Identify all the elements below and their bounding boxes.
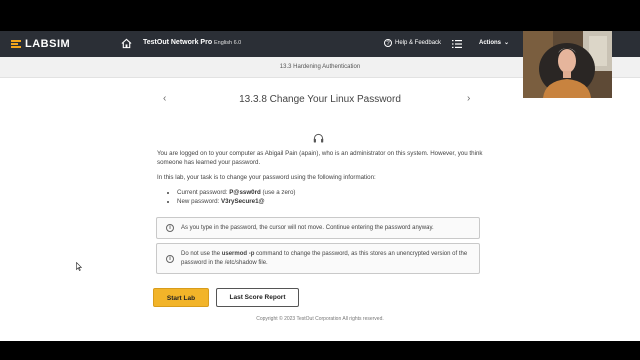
credentials-list: Current password: P@ssw0rd (use a zero) … (157, 188, 487, 206)
last-score-report-button[interactable]: Last Score Report (216, 288, 299, 307)
help-feedback-button[interactable]: ? Help & Feedback (384, 39, 441, 47)
usermod-warning-text: Do not use the usermod -p command to cha… (181, 251, 468, 266)
webcam-overlay (523, 31, 612, 98)
actions-menu[interactable]: Actions ⌄ (479, 39, 510, 47)
list-item: Current password: P@ssw0rd (use a zero) (177, 188, 487, 197)
copyright-text: Copyright © 2023 TestOut Corporation All… (256, 316, 384, 322)
current-password-value: P@ssw0rd (229, 189, 261, 196)
presenter-video-image (523, 31, 612, 98)
mouse-pointer-icon (76, 262, 82, 271)
list-item: New password: V3rySecure1@ (177, 197, 487, 206)
task-paragraph: In this lab, your task is to change your… (157, 174, 376, 181)
info-icon: i (166, 255, 174, 263)
list-icon[interactable] (452, 39, 462, 49)
labsim-logo[interactable]: LABSIM (11, 37, 70, 51)
usermod-command: usermod -p (221, 251, 255, 257)
product-name: TestOut Network Pro (143, 39, 213, 46)
next-page-button[interactable]: › (467, 93, 470, 104)
usermod-warning: i Do not use the usermod -p command to c… (156, 243, 480, 274)
home-icon[interactable] (121, 38, 132, 49)
chevron-down-icon: ⌄ (504, 40, 510, 46)
cursor-note: i As you type in the password, the curso… (156, 217, 480, 239)
start-lab-button[interactable]: Start Lab (153, 288, 209, 307)
help-circle-icon: ? (384, 39, 392, 47)
cursor-note-text: As you type in the password, the cursor … (181, 225, 434, 231)
info-icon: i (166, 224, 174, 232)
product-version: English 6.0 (214, 40, 242, 46)
chevron-right-icon: › (467, 93, 471, 104)
intro-paragraph: You are logged on to your computer as Ab… (157, 150, 483, 166)
headphones-icon[interactable] (313, 133, 324, 143)
lab-instructions: You are logged on to your computer as Ab… (157, 149, 487, 206)
actions-label: Actions (479, 39, 502, 46)
logo-stripes-icon (11, 39, 23, 49)
new-password-value: V3rySecure1@ (221, 198, 265, 205)
logo-text: LABSIM (25, 38, 71, 50)
help-label: Help & Feedback (395, 40, 442, 46)
